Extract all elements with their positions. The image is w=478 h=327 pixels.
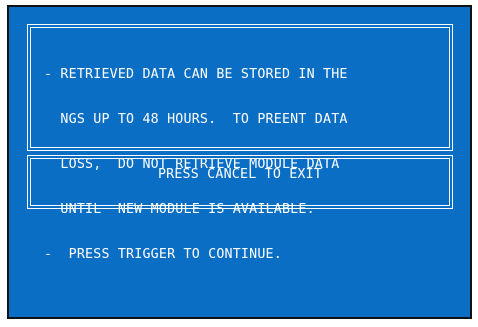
exit-prompt-label: PRESS CANCEL TO EXIT: [157, 167, 323, 182]
message-panel: - RETRIEVED DATA CAN BE STORED IN THE NG…: [27, 24, 453, 262]
message-line: NGS UP TO 48 HOURS. TO PREENT DATA: [44, 112, 348, 127]
message-line: - PRESS TRIGGER TO CONTINUE.: [44, 247, 282, 262]
cancel-exit-option[interactable]: PRESS CANCEL TO EXIT: [27, 155, 453, 209]
scan-tool-screen: - RETRIEVED DATA CAN BE STORED IN THE NG…: [7, 5, 472, 319]
message-line: - RETRIEVED DATA CAN BE STORED IN THE: [44, 67, 348, 82]
